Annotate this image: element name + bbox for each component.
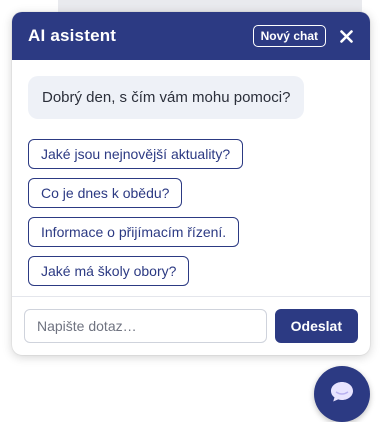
chat-widget: AI asistent Nový chat Dobrý den, s čím v… (12, 12, 370, 355)
chat-header: AI asistent Nový chat (12, 12, 370, 60)
suggestion-button[interactable]: Jaké má školy obory? (28, 256, 190, 286)
send-button[interactable]: Odeslat (274, 309, 358, 343)
chat-launcher-button[interactable] (314, 366, 370, 422)
new-chat-button[interactable]: Nový chat (252, 25, 326, 47)
question-input[interactable] (24, 309, 267, 343)
bot-message: Dobrý den, s čím vám mohu pomoci? (28, 76, 305, 119)
suggestion-list: Jaké jsou nejnovější aktuality? Co je dn… (28, 139, 370, 295)
chat-bubble-icon (329, 380, 355, 409)
suggestion-button[interactable]: Co je dnes k obědu? (28, 178, 183, 208)
suggestion-button[interactable]: Jaké jsou nejnovější aktuality? (28, 139, 244, 169)
composer: Odeslat (12, 296, 370, 355)
chat-title: AI asistent (28, 26, 117, 45)
suggestion-button[interactable]: Informace o přijímacím řízení. (28, 217, 240, 247)
message-list: Dobrý den, s čím vám mohu pomoci? Jaké j… (12, 60, 370, 296)
close-icon[interactable] (338, 28, 354, 44)
